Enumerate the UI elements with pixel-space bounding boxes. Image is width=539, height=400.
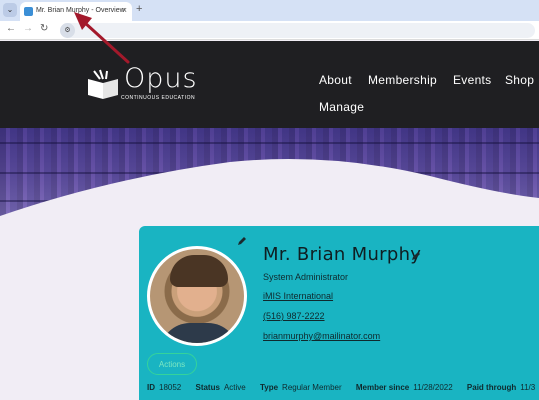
nav-about[interactable]: About [319, 73, 352, 87]
new-tab-button[interactable]: + [136, 3, 142, 15]
nav-events[interactable]: Events [453, 73, 492, 87]
site-header: Opus CONTINUOUS EDUCATION About Membersh… [0, 41, 539, 128]
edit-photo-icon[interactable] [237, 236, 247, 246]
site-info-icon[interactable]: ⚙ [60, 23, 75, 38]
browser-toolbar: ← → ↻ ⚙ [0, 21, 539, 40]
book-logo-icon [88, 69, 118, 99]
browser-tab[interactable]: Mr. Brian Murphy - Overview × [20, 2, 132, 21]
browser-tab-strip: ⌄ Mr. Brian Murphy - Overview × + [0, 0, 539, 21]
logo-subtext: CONTINUOUS EDUCATION [121, 95, 196, 101]
close-tab-icon[interactable]: × [122, 5, 127, 15]
avatar-hair [170, 255, 228, 287]
nav-shop[interactable]: Shop [505, 73, 534, 87]
edit-name-icon[interactable] [411, 251, 421, 261]
organization-link[interactable]: iMIS International [263, 291, 333, 301]
profile-name: Mr. Brian Murphy [263, 244, 422, 265]
nav-membership[interactable]: Membership [368, 73, 437, 87]
nav-manage[interactable]: Manage [319, 100, 364, 114]
type-label: Type [259, 383, 279, 392]
type-value: Regular Member [282, 383, 342, 392]
phone-link[interactable]: (516) 987-2222 [263, 311, 325, 321]
profile-card: Mr. Brian Murphy System Administrator iM… [139, 226, 539, 400]
favicon-icon [24, 7, 33, 16]
tab-search-button[interactable]: ⌄ [3, 3, 17, 17]
logo-text[interactable]: Opus [124, 63, 198, 94]
id-label: ID [147, 383, 155, 392]
profile-meta-row: ID 18052 Status Active Type Regular Member … [147, 383, 539, 392]
member-since-label: Member since [355, 383, 410, 392]
member-since-value: 11/28/2022 [413, 383, 453, 392]
reload-button[interactable]: ↻ [40, 23, 48, 34]
hero-banner [0, 128, 539, 218]
profile-role: System Administrator [263, 272, 349, 282]
paid-through-label: Paid through [466, 383, 517, 392]
paid-through-value: 11/3 [520, 383, 536, 392]
email-link[interactable]: brianmurphy@mailinator.com [263, 331, 380, 341]
tab-title: Mr. Brian Murphy - Overview [36, 7, 125, 14]
avatar-shirt [160, 323, 238, 343]
actions-button[interactable]: Actions [147, 353, 197, 375]
forward-button[interactable]: → [23, 23, 33, 34]
id-value: 18052 [159, 383, 182, 392]
status-value: Active [223, 383, 246, 392]
back-button[interactable]: ← [6, 23, 16, 34]
hero-wave-shape [0, 159, 539, 218]
address-bar[interactable]: ⚙ [60, 23, 535, 38]
status-label: Status [195, 383, 220, 392]
profile-photo [147, 246, 247, 346]
